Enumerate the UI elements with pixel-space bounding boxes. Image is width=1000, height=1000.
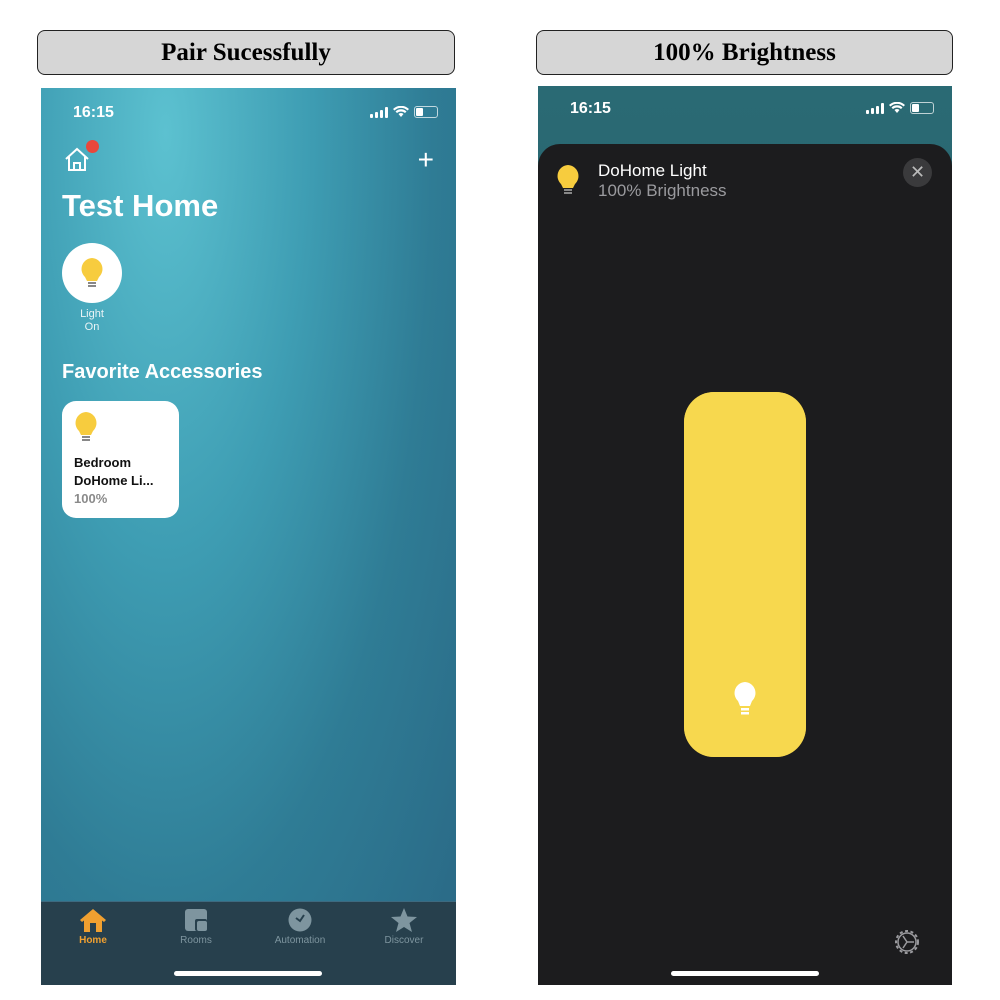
device-status: 100% Brightness (598, 181, 727, 200)
control-sheet: DoHome Light 100% Brightness ✕ (538, 144, 952, 985)
notification-badge (86, 140, 99, 153)
status-bar: 16:15 (41, 102, 456, 126)
accessory-value: 100% (74, 491, 108, 506)
status-bar: 16:15 (538, 98, 952, 122)
status-tile-name: Light (80, 308, 104, 320)
lightbulb-icon (557, 165, 579, 194)
wifi-icon (889, 102, 905, 113)
tab-automation[interactable]: Automation (255, 908, 345, 946)
battery-icon (910, 102, 934, 114)
home-indicator (671, 971, 819, 976)
plus-icon: + (417, 144, 434, 175)
accessory-tile[interactable]: Bedroom DoHome Li... 100% (62, 401, 179, 518)
house-icon (80, 909, 106, 932)
tab-label: Automation (274, 935, 326, 946)
home-button[interactable] (64, 140, 99, 177)
signal-icon (370, 106, 388, 118)
wifi-icon (393, 106, 409, 117)
tab-label: Rooms (180, 935, 212, 946)
add-button[interactable]: + (418, 146, 434, 174)
home-screen: 16:15 + Test Home Light On Favorite Acces… (41, 88, 456, 985)
page-title: Test Home (62, 188, 219, 223)
accessory-room: Bedroom (74, 455, 132, 470)
tab-bar: Home Rooms Automation Discover (41, 901, 456, 985)
clock-icon (288, 908, 312, 932)
close-button[interactable]: ✕ (903, 158, 932, 187)
tab-label: Home (79, 935, 107, 946)
signal-icon (866, 102, 884, 114)
status-tile-state: On (84, 321, 100, 333)
tab-discover[interactable]: Discover (359, 908, 449, 946)
star-icon (391, 908, 417, 932)
caption-right: 100% Brightness (536, 30, 953, 75)
battery-icon (414, 106, 438, 118)
status-time: 16:15 (570, 100, 611, 117)
status-tile-label: Light On (62, 308, 122, 334)
accessory-name: DoHome Li... (74, 473, 154, 488)
tab-home[interactable]: Home (48, 908, 138, 946)
tab-label: Discover (384, 935, 424, 946)
lightbulb-icon (81, 258, 103, 287)
home-indicator (174, 971, 322, 976)
status-time: 16:15 (73, 104, 114, 121)
rooms-icon (185, 909, 207, 931)
gear-icon[interactable] (892, 927, 922, 957)
status-tile-light[interactable] (62, 243, 122, 303)
tab-rooms[interactable]: Rooms (151, 908, 241, 946)
lightbulb-icon (75, 412, 97, 441)
section-title: Favorite Accessories (62, 361, 263, 383)
device-name: DoHome Light (598, 161, 707, 180)
caption-left: Pair Sucessfully (37, 30, 455, 75)
brightness-slider[interactable] (684, 392, 806, 757)
light-control-screen: 16:15 DoHome Light 100% Brightness ✕ (538, 86, 952, 985)
lightbulb-icon (734, 682, 756, 715)
close-icon: ✕ (909, 162, 926, 182)
